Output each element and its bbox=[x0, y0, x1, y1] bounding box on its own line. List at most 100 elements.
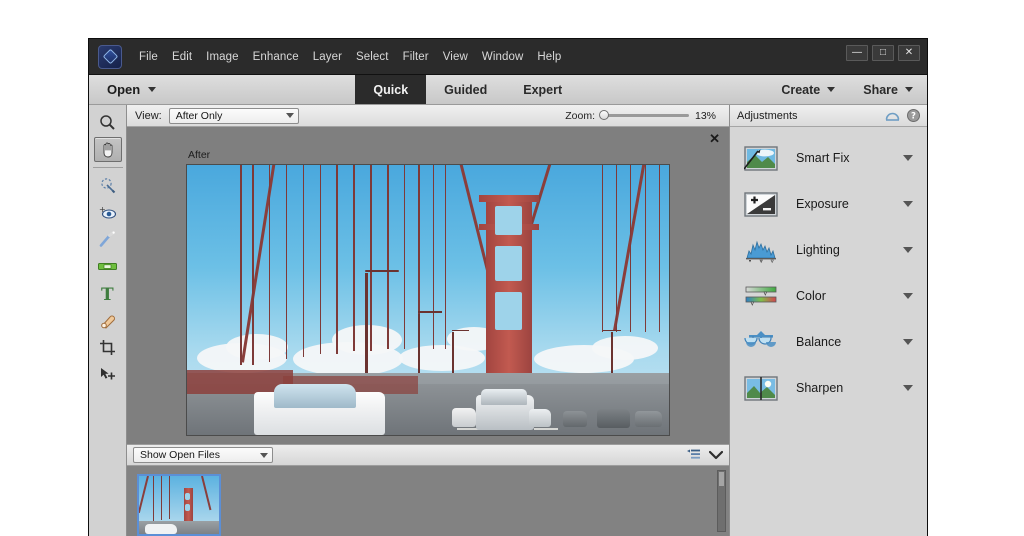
view-select-value: After Only bbox=[175, 109, 223, 122]
panel-title: Adjustments bbox=[737, 109, 798, 122]
menu-item-edit[interactable]: Edit bbox=[165, 47, 199, 67]
red-eye-removal-tool[interactable]: + bbox=[94, 200, 122, 225]
tab-expert[interactable]: Expert bbox=[505, 75, 580, 104]
spot-healing-brush-tool[interactable] bbox=[94, 308, 122, 333]
collapse-bin-chevron-down-icon[interactable] bbox=[709, 450, 723, 460]
tab-quick[interactable]: Quick bbox=[355, 75, 427, 104]
menu-item-help[interactable]: Help bbox=[530, 47, 568, 67]
chevron-down-icon[interactable] bbox=[903, 339, 913, 345]
zoom-label: Zoom: bbox=[565, 109, 595, 122]
chevron-down-icon bbox=[285, 113, 294, 118]
mode-bar-spacer bbox=[168, 75, 355, 104]
thumbnail-golden-gate[interactable] bbox=[137, 474, 221, 536]
close-document-button[interactable]: ✕ bbox=[709, 132, 720, 145]
chevron-down-icon[interactable] bbox=[903, 201, 913, 207]
straighten-tool[interactable] bbox=[94, 254, 122, 279]
menu-item-filter[interactable]: Filter bbox=[396, 47, 436, 67]
chevron-down-icon bbox=[260, 452, 268, 458]
help-icon[interactable]: ? bbox=[907, 109, 920, 122]
zoom-value: 13% bbox=[695, 109, 717, 122]
close-button[interactable]: ✕ bbox=[898, 45, 920, 61]
adjustment-color[interactable]: Color bbox=[730, 273, 927, 319]
options-bar: View: After Only Zoom: 13% bbox=[127, 105, 729, 127]
workspace: + T View: After Only Zoom: 13% ✕ After S… bbox=[89, 105, 927, 536]
share-button-label: Share bbox=[863, 82, 898, 97]
canvas-area: ✕ After bbox=[127, 127, 729, 444]
mode-bar-spacer-right bbox=[580, 75, 767, 104]
lighting-histogram-icon bbox=[744, 237, 778, 264]
maximize-button[interactable]: □ bbox=[872, 45, 894, 61]
chevron-down-icon bbox=[148, 87, 157, 92]
view-select[interactable]: After Only bbox=[168, 107, 299, 124]
tool-divider bbox=[92, 167, 123, 168]
svg-text:?: ? bbox=[911, 112, 916, 122]
menu-item-view[interactable]: View bbox=[436, 47, 475, 67]
zoom-tool[interactable] bbox=[94, 110, 122, 135]
move-tool[interactable] bbox=[94, 362, 122, 387]
adjustments-list: Smart Fix Exposure Lighting Color Balanc… bbox=[730, 127, 927, 411]
tool-box: + T bbox=[89, 105, 127, 536]
window-controls: — □ ✕ bbox=[846, 45, 920, 61]
chevron-down-icon bbox=[827, 87, 836, 92]
chevron-down-icon bbox=[905, 87, 913, 92]
menu-item-file[interactable]: File bbox=[132, 47, 165, 67]
type-tool[interactable]: T bbox=[94, 281, 122, 306]
menu-bar: File Edit Image Enhance Layer Select Fil… bbox=[89, 39, 927, 75]
adjustment-label: Smart Fix bbox=[796, 151, 850, 165]
zoom-slider-handle[interactable] bbox=[599, 110, 609, 120]
photo-bin-scrollbar[interactable] bbox=[717, 470, 726, 532]
crop-tool[interactable] bbox=[94, 335, 122, 360]
color-sliders-icon bbox=[744, 283, 778, 310]
document-window: After bbox=[186, 149, 670, 436]
adjustment-label: Lighting bbox=[796, 243, 840, 257]
view-label: View: bbox=[135, 109, 162, 122]
exposure-icon bbox=[744, 191, 778, 218]
share-button[interactable]: Share bbox=[849, 75, 927, 104]
menu-item-window[interactable]: Window bbox=[475, 47, 531, 67]
quick-selection-tool[interactable] bbox=[94, 173, 122, 198]
open-button-label: Open bbox=[107, 82, 141, 97]
reset-adjustments-icon[interactable] bbox=[885, 110, 900, 122]
adjustments-panel-header: Adjustments ? bbox=[730, 105, 927, 127]
zoom-control: Zoom: 13% bbox=[565, 110, 721, 122]
adjustment-exposure[interactable]: Exposure bbox=[730, 181, 927, 227]
sort-list-icon[interactable] bbox=[687, 449, 701, 461]
screenshot-root: File Edit Image Enhance Layer Select Fil… bbox=[0, 0, 1024, 536]
adjustment-sharpen[interactable]: Sharpen bbox=[730, 365, 927, 411]
photo-bin bbox=[127, 466, 729, 536]
open-button[interactable]: Open bbox=[89, 75, 168, 104]
mode-tabs: Quick Guided Expert bbox=[355, 75, 580, 104]
adjustment-smart-fix[interactable]: Smart Fix bbox=[730, 135, 927, 181]
create-button[interactable]: Create bbox=[767, 75, 849, 104]
svg-text:T: T bbox=[101, 285, 114, 302]
photo-bin-filter-select[interactable]: Show Open Files bbox=[133, 447, 273, 463]
menu-item-layer[interactable]: Layer bbox=[306, 47, 349, 67]
whiten-teeth-tool[interactable] bbox=[94, 227, 122, 252]
zoom-slider[interactable] bbox=[599, 110, 689, 120]
balance-scales-icon bbox=[744, 329, 778, 356]
app-logo-icon bbox=[98, 44, 122, 69]
create-button-label: Create bbox=[781, 82, 821, 97]
hand-tool[interactable] bbox=[93, 137, 122, 162]
application-window: File Edit Image Enhance Layer Select Fil… bbox=[88, 38, 928, 536]
chevron-down-icon[interactable] bbox=[903, 247, 913, 253]
sharpen-icon bbox=[744, 375, 778, 402]
minimize-button[interactable]: — bbox=[846, 45, 868, 61]
photo-bin-bar: Show Open Files bbox=[127, 444, 729, 466]
chevron-down-icon[interactable] bbox=[903, 385, 913, 391]
adjustment-label: Sharpen bbox=[796, 381, 844, 395]
adjustment-label: Color bbox=[796, 289, 826, 303]
photo-golden-gate-bridge[interactable] bbox=[186, 164, 670, 436]
adjustment-balance[interactable]: Balance bbox=[730, 319, 927, 365]
tab-guided[interactable]: Guided bbox=[426, 75, 505, 104]
menu-item-select[interactable]: Select bbox=[349, 47, 396, 67]
adjustments-panel: Adjustments ? Smart Fix Exposure Lightin… bbox=[729, 105, 927, 536]
adjustment-lighting[interactable]: Lighting bbox=[730, 227, 927, 273]
mode-bar: Open Quick Guided Expert Create Share bbox=[89, 75, 927, 105]
menu-item-enhance[interactable]: Enhance bbox=[246, 47, 306, 67]
menu-item-image[interactable]: Image bbox=[199, 47, 245, 67]
smart-fix-icon bbox=[744, 145, 778, 172]
chevron-down-icon[interactable] bbox=[903, 293, 913, 299]
chevron-down-icon[interactable] bbox=[903, 155, 913, 161]
adjustment-label: Exposure bbox=[796, 197, 849, 211]
